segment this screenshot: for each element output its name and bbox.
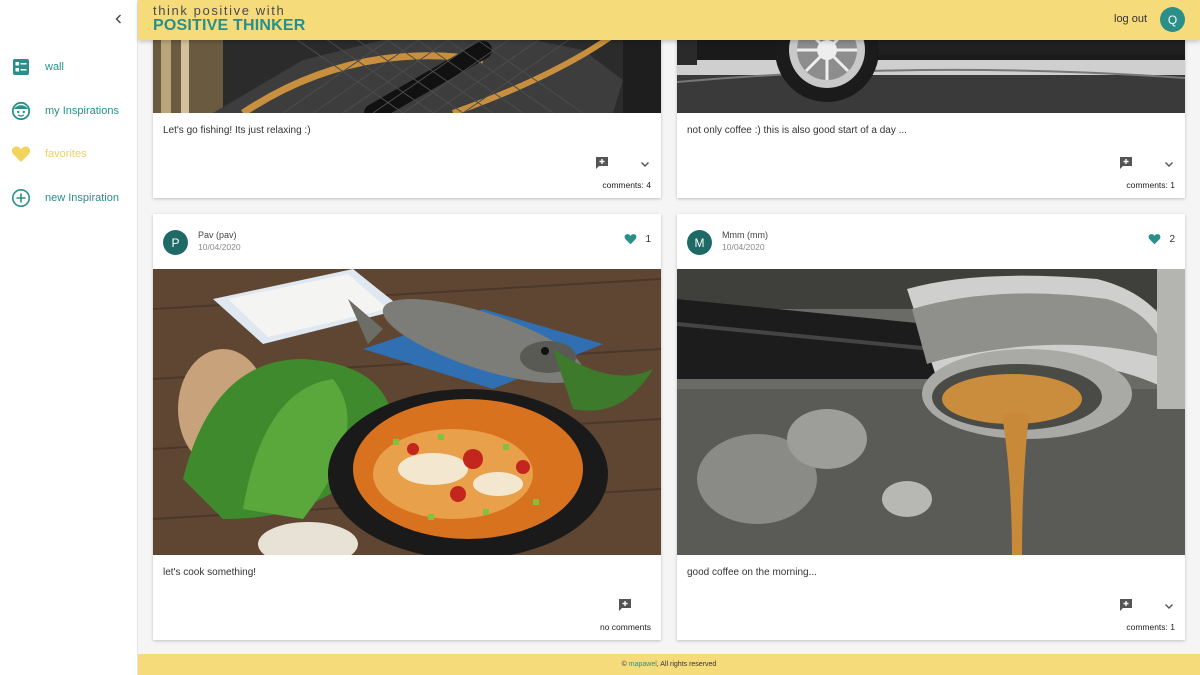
- add-comment-button[interactable]: [1119, 598, 1133, 612]
- add-circle-icon: [11, 188, 31, 208]
- post-date: 10/04/2020: [722, 242, 765, 252]
- logout-link[interactable]: log out: [1114, 13, 1147, 25]
- sidebar-item-label: favorites: [45, 148, 87, 160]
- expand-comments-button[interactable]: [1163, 157, 1175, 169]
- post-card-fishing: Let's go fishing! Its just relaxing :) c…: [153, 20, 661, 198]
- app-header: think positive with POSITIVE THINKER log…: [138, 0, 1200, 40]
- like-count: 2: [1169, 233, 1175, 245]
- add-comment-button[interactable]: [618, 598, 632, 612]
- brand-title[interactable]: POSITIVE THINKER: [153, 17, 306, 35]
- sidebar-item-new-inspiration[interactable]: new Inspiration: [11, 187, 119, 209]
- comment-count[interactable]: comments: 1: [1126, 622, 1175, 632]
- author-avatar[interactable]: P: [163, 230, 188, 255]
- expand-comments-button[interactable]: [639, 157, 651, 169]
- heart-icon: [11, 144, 31, 164]
- face-icon: [11, 101, 31, 121]
- heart-icon: [625, 234, 637, 245]
- sidebar-item-wall[interactable]: wall: [11, 56, 64, 78]
- footer: © mapawel, All rights reserved: [138, 654, 1200, 675]
- post-caption: Let's go fishing! Its just relaxing :): [163, 125, 311, 136]
- like-count: 1: [645, 233, 651, 245]
- author-name[interactable]: Mmm (mm): [722, 230, 768, 240]
- sidebar-item-favorites[interactable]: favorites: [11, 143, 87, 165]
- post-card-car: not only coffee :) this is also good sta…: [677, 20, 1185, 198]
- add-comment-button[interactable]: [1119, 156, 1133, 170]
- chevron-down-icon: [1165, 604, 1173, 609]
- post-image[interactable]: [153, 269, 661, 555]
- add-comment-icon: [1120, 157, 1132, 169]
- author-name[interactable]: Pav (pav): [198, 230, 237, 240]
- post-caption: not only coffee :) this is also good sta…: [687, 125, 907, 136]
- espresso-machine-image: [677, 269, 1185, 555]
- chevron-left-icon: [115, 14, 121, 24]
- sidebar-item-my-inspirations[interactable]: my Inspirations: [11, 100, 119, 122]
- post-card-coffee: M Mmm (mm) 10/04/2020 2 good coffee on t…: [677, 214, 1185, 640]
- post-date: 10/04/2020: [198, 242, 241, 252]
- comment-count[interactable]: comments: 4: [602, 180, 651, 190]
- post-card-food: P Pav (pav) 10/04/2020 1 let's cook some…: [153, 214, 661, 640]
- user-avatar[interactable]: Q: [1160, 7, 1185, 32]
- chevron-down-icon: [641, 162, 649, 167]
- like-button[interactable]: 2: [1148, 233, 1175, 245]
- hot-pot-image: [153, 269, 661, 555]
- sidebar-item-label: my Inspirations: [45, 105, 119, 117]
- expand-comments-button[interactable]: [1163, 599, 1175, 611]
- post-image[interactable]: [677, 269, 1185, 555]
- comment-count[interactable]: comments: 1: [1126, 180, 1175, 190]
- sidebar: wall my Inspirations favorites new Inspi…: [0, 0, 138, 675]
- like-button[interactable]: 1: [624, 233, 651, 245]
- post-caption: good coffee on the morning...: [687, 567, 817, 578]
- post-caption: let's cook something!: [163, 567, 257, 578]
- add-comment-button[interactable]: [595, 156, 609, 170]
- add-comment-icon: [619, 599, 631, 611]
- footer-author-link[interactable]: mapawel: [629, 661, 657, 668]
- footer-rights-text: , All rights reserved: [656, 661, 717, 668]
- add-comment-icon: [1120, 599, 1132, 611]
- add-comment-icon: [596, 157, 608, 169]
- wall-icon: [11, 57, 31, 77]
- author-avatar[interactable]: M: [687, 230, 712, 255]
- brand-tagline: think positive with: [153, 3, 286, 18]
- collapse-sidebar-button[interactable]: [112, 10, 126, 28]
- copyright-symbol: ©: [621, 661, 627, 668]
- heart-icon: [1149, 234, 1161, 245]
- comment-count: no comments: [599, 622, 651, 632]
- sidebar-item-label: wall: [45, 61, 64, 73]
- chevron-down-icon: [1165, 162, 1173, 167]
- sidebar-item-label: new Inspiration: [45, 192, 119, 204]
